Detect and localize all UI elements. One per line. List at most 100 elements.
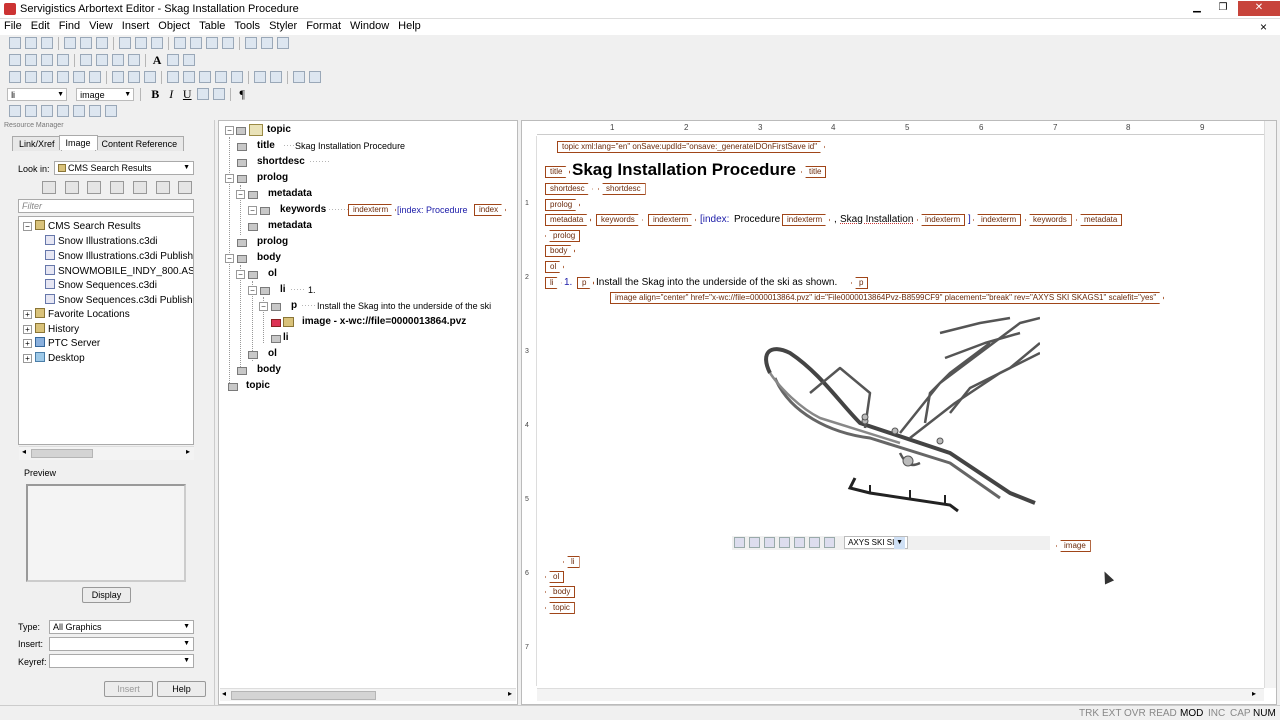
entity-icon[interactable] [112,54,125,66]
scroll-right-icon[interactable]: ▸ [508,689,512,698]
insert-special-char-icon[interactable] [41,105,54,117]
table-border-icon[interactable] [231,71,244,83]
fit-icon[interactable] [734,537,745,548]
xref-icon[interactable] [57,54,70,66]
column-delete-icon[interactable] [57,71,70,83]
insert-image-icon[interactable] [261,37,274,49]
underline-button[interactable]: U [180,88,194,101]
table-properties-icon[interactable] [254,71,267,83]
fill-color-dropdown-icon[interactable] [309,71,322,83]
open-icon[interactable] [25,37,38,49]
tree-item-file[interactable]: Snow Sequences.c3di [45,279,157,293]
row-insert-icon[interactable] [9,71,22,83]
insert-markup-dropdown-icon[interactable] [25,105,38,117]
index-term-skag-installation[interactable]: Skag Installation [840,214,913,225]
zoom-window-icon[interactable] [764,537,775,548]
bulleted-list-icon[interactable] [213,88,226,100]
scroll-left-icon[interactable]: ◂ [22,447,26,456]
spell-check-icon[interactable] [96,37,109,49]
menu-insert[interactable]: Insert [118,19,155,32]
title-open-tag[interactable]: title [545,166,570,178]
merge-cells-icon[interactable] [73,71,86,83]
print-preview-icon[interactable] [80,37,93,49]
document-title[interactable]: Skag Installation Procedure [572,160,796,180]
document-vertical-scrollbar[interactable] [1264,121,1276,688]
minimize-button[interactable]: ▁ [1184,1,1210,16]
tab-link-xref[interactable]: Link/Xref [12,136,62,151]
zoom-out-icon[interactable] [824,537,835,548]
align-right-icon[interactable] [199,71,212,83]
map-node-p[interactable]: − p ····· Install the Skag into the undersi… [259,300,519,314]
type-select[interactable]: All Graphics ▼ [49,620,194,634]
align-left-icon[interactable] [167,71,180,83]
insert-object-icon[interactable] [277,37,290,49]
tree-item-file[interactable]: Snow Sequences.c3di Publishe [45,294,193,308]
element-combo[interactable]: li ▼ [7,88,68,101]
select-icon[interactable] [779,537,790,548]
keywords-open-tag[interactable]: keywords [596,214,643,226]
style-combo[interactable]: image ▼ [76,88,135,101]
metadata-close-tag[interactable]: metadata [1076,214,1123,226]
new-folder-icon[interactable] [87,181,101,194]
undo-dropdown-icon[interactable] [190,37,203,49]
display-button[interactable]: Display [82,587,131,603]
menu-find[interactable]: Find [55,19,85,32]
up-folder-icon[interactable] [65,181,79,194]
save-icon[interactable] [41,37,54,49]
open-folder-icon[interactable] [110,181,124,194]
menu-file[interactable]: File [0,19,27,32]
topic-open-tag[interactable]: topic xml:lang="en" onSave:updId="onsave… [557,141,825,153]
ski-skag-illustration[interactable] [750,313,1041,519]
font-shrink-icon[interactable] [167,54,180,66]
omega-dropdown-icon[interactable] [73,105,86,117]
menu-format[interactable]: Format [302,19,346,32]
align-center-icon[interactable] [183,71,196,83]
menu-styler[interactable]: Styler [265,19,302,32]
tree-item-history[interactable]: + History [23,323,79,337]
tree-item-file[interactable]: Snow Illustrations.c3di Publishe [45,250,193,264]
menu-view[interactable]: View [85,19,118,32]
column-insert-icon[interactable] [41,71,54,83]
zoom-in-icon[interactable] [809,537,820,548]
step-text[interactable]: Install the Skag into the underside of t… [596,277,837,288]
tags-icon[interactable] [9,54,22,66]
menu-help[interactable]: Help [394,19,426,32]
document-horizontal-scrollbar[interactable]: ▸ [537,688,1264,701]
map-node-topic[interactable]: − topic [225,124,505,138]
title-close-tag[interactable]: title [801,166,827,178]
document-close-button[interactable]: × [1256,19,1272,34]
cell-align-bottom-icon[interactable] [144,71,157,83]
indexterm-open-tag[interactable]: indexterm [648,214,696,226]
shortdesc-open-tag[interactable]: shortdesc [545,183,593,195]
paste-icon[interactable] [151,37,164,49]
markup-icon[interactable] [128,54,141,66]
menu-window[interactable]: Window [346,19,394,32]
tab-image[interactable]: Image [58,135,98,150]
image-close-tag[interactable]: image [1056,540,1091,552]
font-grow-icon[interactable]: A [150,54,164,67]
refresh-icon[interactable] [178,181,192,194]
tab-content-reference[interactable]: Content Reference [94,136,185,151]
insert-list-icon[interactable] [89,105,102,117]
indexterm-close-tag[interactable]: indexterm [917,214,966,226]
map-node-keywords[interactable]: − keywords ······· indexterm [index: Procedu… [248,204,518,218]
tags-dropdown-icon[interactable] [25,54,38,66]
redo-dropdown-icon[interactable] [222,37,235,49]
split-cells-icon[interactable] [89,71,102,83]
menu-table[interactable]: Table [195,19,230,32]
insert-markup-icon[interactable] [9,105,22,117]
filter-input[interactable]: Filter [18,199,194,213]
new-icon[interactable] [9,37,22,49]
view-combo[interactable]: AXYS SKI SI ▼ [844,536,909,549]
insert-list-dropdown-icon[interactable] [105,105,118,117]
table-icon[interactable] [245,37,258,49]
image-open-tag[interactable]: image align="center" href="x-wc://file=0… [610,292,1164,304]
insert-select[interactable]: ▼ [49,637,194,651]
bold-button[interactable]: B [148,88,162,101]
menu-edit[interactable]: Edit [27,19,55,32]
indexterm-open-tag-2[interactable]: indexterm [782,214,830,226]
align-justify-icon[interactable] [215,71,228,83]
topic-close-tag[interactable]: topic [545,602,575,614]
close-window-button[interactable]: ✕ [1238,1,1280,16]
insert-button[interactable]: Insert [104,681,153,697]
